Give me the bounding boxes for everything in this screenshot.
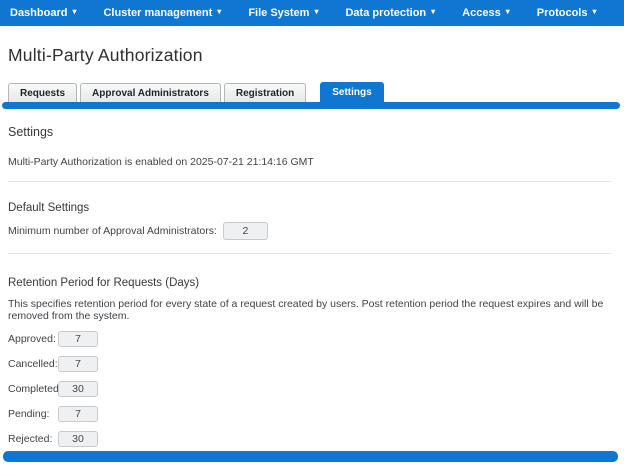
footer-bar	[3, 451, 618, 462]
tab-requests[interactable]: Requests	[8, 83, 77, 102]
nav-item-data-protection[interactable]: Data protection ▾	[345, 7, 435, 19]
completed-retention-input[interactable]	[58, 381, 98, 397]
rejected-retention-label: Rejected:	[8, 433, 58, 445]
nav-item-label: Protocols	[537, 7, 588, 19]
chevron-down-icon: ▾	[217, 8, 221, 16]
chevron-down-icon: ▾	[592, 8, 596, 16]
app-window: Dashboard ▾ Cluster management ▾ File Sy…	[0, 0, 624, 468]
nav-item-label: Cluster management	[103, 7, 212, 19]
cancelled-retention-label: Cancelled:	[8, 358, 58, 370]
pending-retention-input[interactable]	[58, 406, 98, 422]
retention-period-heading: Retention Period for Requests (Days)	[8, 277, 616, 289]
settings-heading: Settings	[8, 125, 616, 139]
rejected-retention-input[interactable]	[58, 431, 98, 447]
nav-item-protocols[interactable]: Protocols ▾	[537, 7, 597, 19]
nav-item-dashboard[interactable]: Dashboard ▾	[10, 7, 76, 19]
nav-item-label: Access	[462, 7, 501, 19]
min-approval-admins-row: Minimum number of Approval Administrator…	[8, 222, 616, 240]
cancelled-retention-input[interactable]	[58, 356, 98, 372]
min-approval-admins-label: Minimum number of Approval Administrator…	[8, 225, 217, 237]
tab-approval-administrators[interactable]: Approval Administrators	[80, 83, 221, 102]
page-title: Multi-Party Authorization	[8, 45, 616, 66]
pending-retention-label: Pending:	[8, 408, 58, 420]
active-tab-indicator-bar	[2, 102, 620, 109]
approved-retention-label: Approved:	[8, 333, 58, 345]
top-nav: Dashboard ▾ Cluster management ▾ File Sy…	[0, 0, 624, 26]
divider	[8, 181, 612, 182]
retention-field-row: Pending:	[8, 406, 616, 422]
completed-retention-label: Completed:	[8, 383, 58, 395]
retention-period-description: This specifies retention period for ever…	[8, 298, 616, 322]
nav-item-cluster-management[interactable]: Cluster management ▾	[103, 7, 221, 19]
mpa-status-text: Multi-Party Authorization is enabled on …	[8, 156, 616, 168]
default-settings-heading: Default Settings	[8, 202, 616, 214]
tab-settings[interactable]: Settings	[320, 82, 383, 102]
retention-field-row: Cancelled:	[8, 356, 616, 372]
nav-item-label: Dashboard	[10, 7, 67, 19]
tab-registration[interactable]: Registration	[224, 83, 306, 102]
tab-strip: Requests Approval Administrators Registr…	[0, 82, 624, 102]
nav-item-file-system[interactable]: File System ▾	[248, 7, 318, 19]
nav-item-label: Data protection	[345, 7, 426, 19]
nav-item-label: File System	[248, 7, 309, 19]
retention-field-row: Rejected:	[8, 431, 616, 447]
divider	[8, 253, 612, 254]
chevron-down-icon: ▾	[72, 8, 76, 16]
chevron-down-icon: ▾	[314, 8, 318, 16]
settings-panel: Settings Multi-Party Authorization is en…	[0, 125, 624, 447]
retention-field-row: Approved:	[8, 331, 616, 347]
nav-item-access[interactable]: Access ▾	[462, 7, 510, 19]
chevron-down-icon: ▾	[431, 8, 435, 16]
min-approval-admins-input[interactable]	[223, 222, 268, 240]
chevron-down-icon: ▾	[506, 8, 510, 16]
retention-field-row: Completed:	[8, 381, 616, 397]
approved-retention-input[interactable]	[58, 331, 98, 347]
